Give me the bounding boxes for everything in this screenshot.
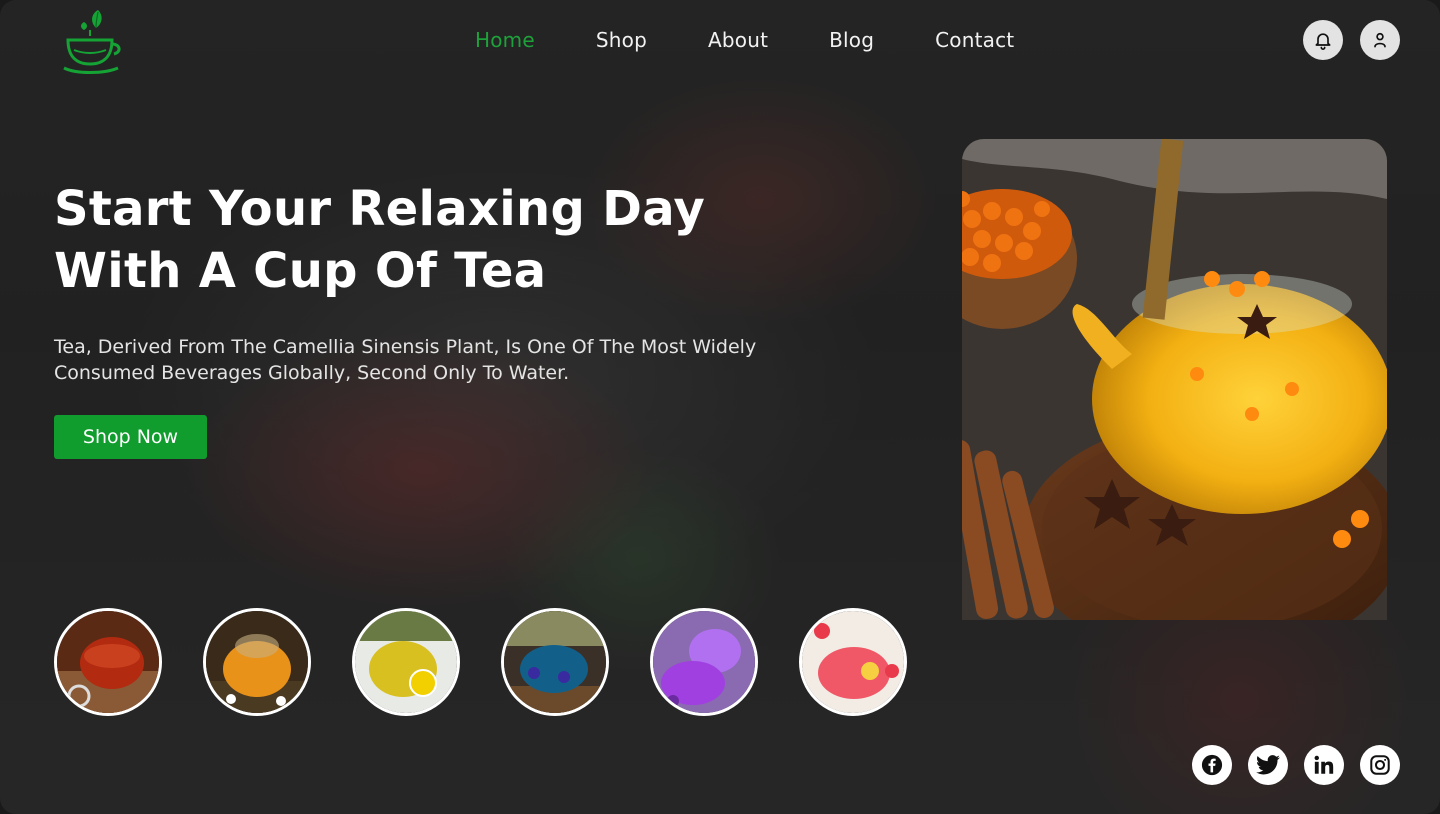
hero-title: Start Your Relaxing Day With A Cup Of Te… <box>54 178 774 302</box>
social-links <box>1192 745 1400 785</box>
facebook-icon <box>1201 754 1223 776</box>
hero-description: Tea, Derived From The Camellia Sinensis … <box>54 336 757 384</box>
shop-now-button[interactable]: Shop Now <box>54 415 207 459</box>
bell-icon <box>1315 33 1331 50</box>
instagram-icon <box>1370 755 1390 775</box>
thumbnail-berry-tea[interactable] <box>799 608 907 716</box>
tea-thumbnails <box>54 608 907 716</box>
thumbnail-lemon-tea[interactable] <box>352 608 460 716</box>
thumbnail-red-tea[interactable] <box>54 608 162 716</box>
twitter-icon <box>1256 755 1280 775</box>
nav-about[interactable]: About <box>708 28 768 52</box>
thumbnail-amber-tea[interactable] <box>203 608 311 716</box>
linkedin-button[interactable] <box>1304 745 1344 785</box>
user-icon <box>1374 32 1386 48</box>
landing-page: Home Shop About Blog Contact Start Your … <box>0 0 1440 814</box>
tea-cup-leaf-logo[interactable] <box>60 6 124 74</box>
instagram-button[interactable] <box>1360 745 1400 785</box>
featured-tea-image <box>962 139 1387 620</box>
main-nav: Home Shop About Blog Contact <box>475 28 1014 52</box>
nav-contact[interactable]: Contact <box>935 28 1014 52</box>
notifications-button[interactable] <box>1303 20 1343 60</box>
facebook-button[interactable] <box>1192 745 1232 785</box>
thumbnail-purple-tea[interactable] <box>650 608 758 716</box>
hero-title-line2: With A Cup Of Tea <box>54 243 547 299</box>
nav-shop[interactable]: Shop <box>596 28 647 52</box>
hero-title-line1: Start Your Relaxing Day <box>54 181 706 237</box>
twitter-button[interactable] <box>1248 745 1288 785</box>
nav-blog[interactable]: Blog <box>829 28 874 52</box>
nav-home[interactable]: Home <box>475 28 535 52</box>
profile-button[interactable] <box>1360 20 1400 60</box>
linkedin-icon <box>1314 755 1334 774</box>
thumbnail-blue-tea[interactable] <box>501 608 609 716</box>
